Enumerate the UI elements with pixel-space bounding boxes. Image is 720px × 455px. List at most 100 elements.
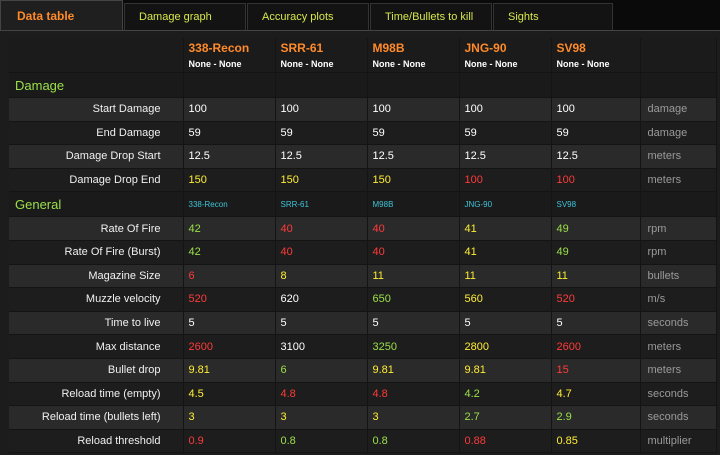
weapon-name: M98B [372, 41, 405, 55]
stat-value: 59 [459, 121, 552, 146]
stat-unit: damage [640, 121, 717, 146]
weapon-attachments: None - None [280, 59, 334, 69]
stat-value: 11 [459, 264, 552, 289]
stat-row: Magazine Size 6 8 11 11 11 bullets [9, 264, 717, 289]
stat-value: 520 [551, 287, 641, 312]
header-spacer [9, 38, 184, 73]
stat-row: Rate Of Fire (Burst) 42 40 40 41 49 rpm [9, 240, 717, 265]
stat-value: 150 [183, 168, 276, 193]
stat-label: Time to live [9, 311, 184, 336]
stat-value: 5 [275, 311, 368, 336]
stat-value: 2600 [551, 334, 641, 359]
section-header-row: Damage [9, 72, 717, 98]
stat-value: 5 [459, 311, 552, 336]
stat-row: Max distance 2600 3100 3250 2800 2600 meters [9, 334, 717, 359]
weapon-header: JNG-90 None - None [459, 38, 552, 73]
stat-value: 4.5 [183, 382, 276, 407]
stat-value: 6 [275, 358, 368, 383]
stat-label: Damage Drop Start [9, 144, 184, 169]
header-spacer [640, 38, 717, 73]
stat-row: Start Damage 100 100 100 100 100 damage [9, 97, 717, 122]
weapon-attachments: None - None [464, 59, 518, 69]
stat-value: 2600 [183, 334, 276, 359]
stat-row: Time to live 5 5 5 5 5 seconds [9, 311, 717, 336]
weapon-mini-label: SRR-61 [275, 191, 368, 218]
stat-value: 59 [275, 121, 368, 146]
stat-label: Max distance [9, 334, 184, 359]
stat-value: 5 [183, 311, 276, 336]
stat-row: Damage Drop Start 12.5 12.5 12.5 12.5 12.5 met… [9, 144, 717, 169]
stat-value: 12.5 [459, 144, 552, 169]
stat-label: Muzzle velocity [9, 287, 184, 312]
stat-label: Rate Of Fire (Burst) [9, 240, 184, 265]
tab-damage-graph[interactable]: Damage graph [124, 3, 246, 30]
stat-value: 42 [183, 240, 276, 265]
stat-unit: seconds [640, 311, 717, 336]
empty-cell [459, 72, 552, 98]
stat-value: 59 [551, 121, 641, 146]
stat-unit: meters [640, 358, 717, 383]
stat-row: Bullet drop 9.81 6 9.81 9.81 15 meters [9, 358, 717, 383]
stat-value: 100 [459, 97, 552, 122]
stat-value: 100 [551, 97, 641, 122]
empty-cell [183, 72, 276, 98]
stat-unit: multiplier [640, 429, 717, 454]
stat-value: 49 [551, 240, 641, 265]
stat-value: 4.8 [367, 382, 460, 407]
weapon-header-row: 338-Recon None - None SRR-61 None - None… [9, 38, 717, 73]
stat-value: 4.8 [275, 382, 368, 407]
stat-label: Damage Drop End [9, 168, 184, 193]
stat-value: 12.5 [183, 144, 276, 169]
stat-value: 41 [459, 240, 552, 265]
tab-data-table[interactable]: Data table [0, 0, 123, 31]
stat-value: 2.7 [459, 405, 552, 430]
stat-row: Damage Drop End 150 150 150 100 100 meters [9, 168, 717, 193]
stat-value: 0.8 [275, 429, 368, 454]
stat-value: 650 [367, 287, 460, 312]
stat-unit: meters [640, 334, 717, 359]
stat-row: Reload threshold 0.9 0.8 0.8 0.88 0.85 multipl… [9, 429, 717, 454]
empty-cell [551, 72, 641, 98]
stat-row: Reload time (empty) 4.5 4.8 4.8 4.2 4.7 second… [9, 382, 717, 407]
stat-value: 11 [367, 264, 460, 289]
stat-value: 4.2 [459, 382, 552, 407]
tab-sights[interactable]: Sights [493, 3, 613, 30]
stat-value: 5 [367, 311, 460, 336]
stat-value: 100 [551, 168, 641, 193]
stat-value: 12.5 [551, 144, 641, 169]
stat-value: 42 [183, 216, 276, 241]
stat-value: 12.5 [367, 144, 460, 169]
stat-value: 2800 [459, 334, 552, 359]
weapon-name: 338-Recon [188, 41, 250, 55]
weapon-mini-label: JNG-90 [459, 191, 552, 218]
stat-value: 3 [275, 405, 368, 430]
weapon-name: JNG-90 [464, 41, 507, 55]
stat-value: 0.9 [183, 429, 276, 454]
empty-cell [640, 72, 717, 98]
stat-label: Bullet drop [9, 358, 184, 383]
stat-value: 520 [183, 287, 276, 312]
stat-value: 560 [459, 287, 552, 312]
stat-value: 3 [367, 405, 460, 430]
weapon-attachments: None - None [188, 59, 242, 69]
stat-value: 3 [183, 405, 276, 430]
weapon-stats-table: 338-Recon None - None SRR-61 None - None… [9, 38, 717, 454]
stat-unit: m/s [640, 287, 717, 312]
weapon-header: SRR-61 None - None [275, 38, 368, 73]
stat-unit: rpm [640, 240, 717, 265]
stat-label: Magazine Size [9, 264, 184, 289]
stat-value: 100 [275, 97, 368, 122]
empty-cell [367, 72, 460, 98]
stat-value: 9.81 [459, 358, 552, 383]
tab-accuracy-plots[interactable]: Accuracy plots [247, 3, 369, 30]
stat-value: 150 [275, 168, 368, 193]
stat-unit: rpm [640, 216, 717, 241]
stat-value: 8 [275, 264, 368, 289]
stat-value: 59 [367, 121, 460, 146]
section-header-row: General 338-Recon SRR-61 M98B JNG-90 SV98 [9, 191, 717, 218]
stat-value: 6 [183, 264, 276, 289]
weapon-header: M98B None - None [367, 38, 460, 73]
stat-label: Reload time (empty) [9, 382, 184, 407]
stat-value: 5 [551, 311, 641, 336]
tab-time-bullets-to-kill[interactable]: Time/Bullets to kill [370, 3, 492, 30]
